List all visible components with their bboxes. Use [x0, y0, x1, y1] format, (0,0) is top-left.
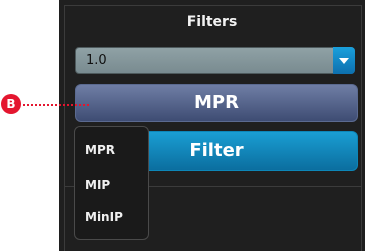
value-select[interactable]: 1.0	[75, 47, 355, 74]
render-mode-dropdown: MPR MIP MinIP	[74, 126, 149, 240]
dropdown-option-mpr[interactable]: MPR	[85, 143, 115, 157]
callout-leader-line	[23, 104, 89, 106]
panel-title: Filters	[186, 14, 238, 30]
value-select-text: 1.0	[86, 53, 107, 68]
chevron-down-icon[interactable]	[333, 47, 355, 74]
callout-badge: B	[1, 94, 21, 114]
dropdown-option-minip[interactable]: MinIP	[85, 210, 123, 224]
dropdown-option-mip[interactable]: MIP	[85, 178, 110, 192]
render-mode-button[interactable]: MPR	[75, 84, 358, 122]
